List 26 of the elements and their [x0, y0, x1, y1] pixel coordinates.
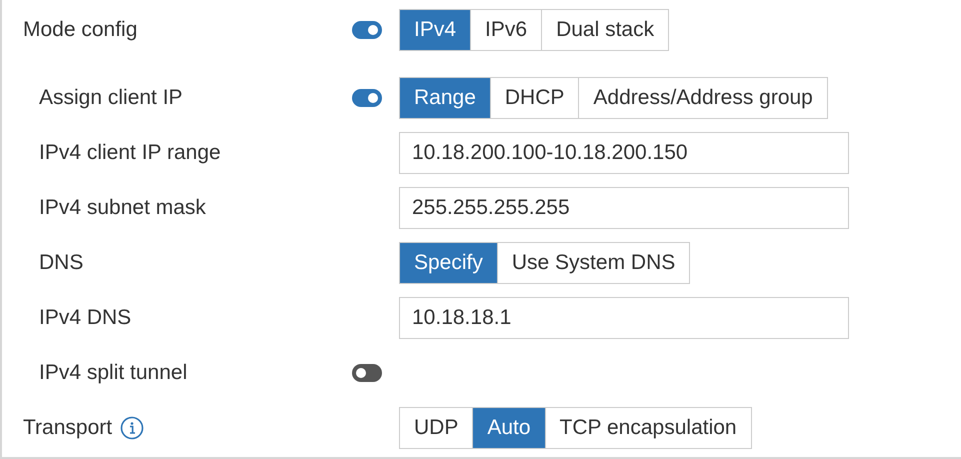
segment-option[interactable]: IPv4	[399, 9, 472, 51]
field-label: IPv4 split tunnel	[39, 360, 188, 386]
segment-option[interactable]: Range	[399, 76, 491, 118]
segment-option[interactable]: Specify	[399, 242, 498, 284]
field-label: IPv4 subnet mask	[39, 194, 206, 221]
field-label: IPv4 client IP range	[39, 140, 221, 166]
field-label: DNS	[39, 250, 84, 276]
toggle-switch[interactable]	[352, 364, 382, 382]
field-label: Assign client IP	[39, 84, 183, 111]
segment-option[interactable]: TCP encapsulation	[546, 406, 752, 448]
toggle-switch[interactable]	[352, 88, 382, 106]
input-field[interactable]: 10.18.18.1	[399, 296, 849, 338]
segment-option[interactable]: Use System DNS	[498, 242, 690, 284]
input-field[interactable]: 10.18.200.100-10.18.200.150	[399, 132, 849, 174]
segment-option[interactable]: UDP	[399, 406, 474, 448]
segment-option[interactable]: Auto	[473, 406, 546, 448]
segment-option[interactable]: Address/Address group	[579, 76, 828, 118]
segment-option[interactable]: Dual stack	[542, 9, 670, 51]
info-icon[interactable]	[120, 416, 144, 440]
segment-option[interactable]: DHCP	[490, 76, 580, 118]
input-field[interactable]: 255.255.255.255	[399, 186, 849, 228]
toggle-switch[interactable]	[352, 21, 382, 39]
segment-option[interactable]: IPv6	[471, 9, 542, 51]
field-label: Mode config	[23, 17, 138, 44]
field-label: IPv4 DNS	[39, 304, 132, 331]
field-label: Transport	[23, 414, 112, 441]
